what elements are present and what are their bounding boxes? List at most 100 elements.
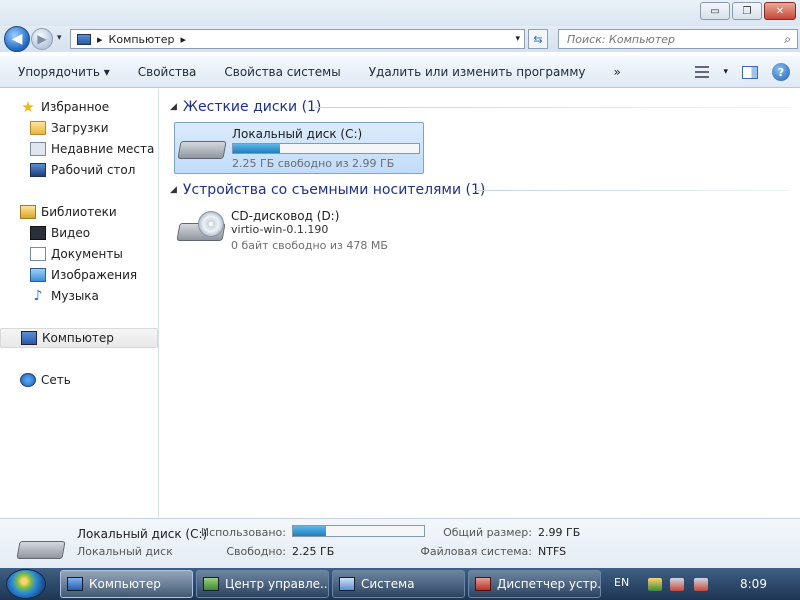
address-bar[interactable]: ▸ Компьютер ▸ ▾: [70, 29, 525, 49]
collapse-triangle-icon[interactable]: ◢: [170, 102, 177, 112]
video-icon: [30, 226, 46, 240]
cd-drive-icon: [176, 211, 226, 243]
recent-pages-dropdown[interactable]: ▾: [57, 33, 62, 43]
sidebar-item-computer[interactable]: Компьютер: [0, 328, 158, 348]
filesystem-label: Файловая система:: [420, 545, 532, 558]
details-usage-fill: [293, 526, 326, 536]
sidebar-item-label: Компьютер: [42, 331, 114, 345]
minimize-button[interactable]: ▭: [700, 2, 730, 20]
sidebar-item-desktop[interactable]: Рабочий стол: [0, 160, 158, 180]
total-size-value: 2.99 ГБ: [538, 526, 581, 539]
control-panel-icon: [203, 577, 219, 591]
taskbar-item-system[interactable]: Система: [332, 570, 465, 598]
search-input[interactable]: [567, 32, 767, 46]
refresh-button[interactable]: ⇆: [528, 29, 548, 49]
help-icon[interactable]: ?: [772, 63, 790, 81]
drive-c-tile[interactable]: Локальный диск (C:) 2.25 ГБ свободно из …: [174, 122, 424, 174]
window-controls: ▭ ❐ ✕: [700, 2, 796, 20]
address-dropdown-icon[interactable]: ▾: [515, 34, 520, 44]
group-header-hard-disks[interactable]: ◢ Жесткие диски (1): [170, 97, 321, 117]
address-trail-arrow[interactable]: ▸: [180, 33, 186, 46]
system-properties-button[interactable]: Свойства системы: [210, 65, 354, 79]
maximize-button[interactable]: ❐: [732, 2, 762, 20]
star-icon: ★: [21, 98, 35, 116]
group-header-removable[interactable]: ◢ Устройства со съемными носителями (1): [170, 180, 485, 200]
group-divider: [315, 107, 790, 108]
address-separator[interactable]: ▸: [97, 33, 103, 46]
taskbar-item-control-panel[interactable]: Центр управле...: [196, 570, 329, 598]
sidebar-item-music[interactable]: ♪ Музыка: [0, 286, 158, 306]
properties-button[interactable]: Свойства: [124, 65, 211, 79]
details-name: Локальный диск (C:): [77, 527, 208, 541]
sidebar-item-favorites[interactable]: ★ Избранное: [0, 97, 158, 117]
volume-muted-icon[interactable]: [694, 578, 708, 591]
search-icon[interactable]: ⌕: [784, 32, 791, 47]
drive-volume-label: virtio-win-0.1.190: [231, 223, 329, 236]
more-commands-button[interactable]: »: [600, 65, 635, 79]
content-area: ◢ Жесткие диски (1) Локальный диск (C:) …: [160, 89, 800, 518]
sidebar-item-pictures[interactable]: Изображения: [0, 265, 158, 285]
sidebar-item-documents[interactable]: Документы: [0, 244, 158, 264]
total-size-label: Общий размер:: [443, 526, 532, 539]
music-icon: ♪: [33, 288, 43, 304]
search-box[interactable]: ⌕: [558, 29, 798, 49]
address-path[interactable]: Компьютер: [109, 33, 175, 46]
sidebar-item-label: Рабочий стол: [51, 163, 136, 177]
drive-usage-bar: [232, 143, 420, 154]
change-view-icon[interactable]: [695, 66, 710, 78]
drive-free-space: 0 байт свободно из 478 МБ: [231, 239, 388, 252]
network-status-icon[interactable]: [670, 578, 684, 591]
taskbar-item-label: Система: [361, 577, 415, 591]
sidebar-item-recent[interactable]: Недавние места: [0, 139, 158, 159]
clock[interactable]: 8:09: [740, 577, 767, 591]
network-icon: [20, 373, 36, 387]
taskbar-item-label: Центр управле...: [225, 577, 329, 591]
documents-icon: [30, 247, 46, 261]
sidebar-item-label: Видео: [51, 226, 91, 240]
organize-button[interactable]: Упорядочить ▾: [0, 65, 124, 79]
group-divider: [475, 190, 790, 191]
sidebar-item-downloads[interactable]: Загрузки: [0, 118, 158, 138]
language-indicator[interactable]: EN: [614, 576, 629, 589]
address-row: ◀ ▶ ▾ ▸ Компьютер ▸ ▾ ⇆ ⌕: [0, 26, 800, 52]
sidebar-item-network[interactable]: Сеть: [0, 370, 158, 390]
close-button[interactable]: ✕: [764, 2, 796, 20]
taskbar-item-label: Диспетчер устр...: [497, 577, 601, 591]
drive-usage-fill: [233, 144, 280, 153]
system-icon: [339, 577, 355, 591]
used-label: Использовано:: [200, 526, 286, 539]
sidebar-item-label: Избранное: [41, 100, 110, 114]
sidebar-item-label: Загрузки: [51, 121, 109, 135]
computer-icon: [21, 331, 37, 345]
view-dropdown-icon[interactable]: ▾: [723, 67, 728, 77]
sidebar-item-label: Документы: [51, 247, 123, 261]
preview-pane-icon[interactable]: [742, 65, 758, 79]
hard-drive-icon: [16, 533, 66, 559]
details-usage-bar: [292, 525, 425, 537]
forward-button[interactable]: ▶: [31, 28, 53, 50]
computer-icon: [77, 33, 91, 45]
collapse-triangle-icon[interactable]: ◢: [170, 185, 177, 195]
sidebar-item-libraries[interactable]: Библиотеки: [0, 202, 158, 222]
sidebar-item-video[interactable]: Видео: [0, 223, 158, 243]
drive-name: Локальный диск (C:): [232, 127, 363, 141]
drive-d-tile[interactable]: CD-дисковод (D:) virtio-win-0.1.190 0 ба…: [174, 205, 424, 257]
hard-drive-icon: [177, 133, 227, 161]
uninstall-program-button[interactable]: Удалить или изменить программу: [355, 65, 600, 79]
back-button[interactable]: ◀: [4, 26, 30, 52]
pictures-icon: [30, 268, 46, 282]
taskbar-item-label: Компьютер: [89, 577, 161, 591]
action-center-icon[interactable]: [648, 578, 662, 591]
drive-free-space: 2.25 ГБ свободно из 2.99 ГБ: [232, 157, 395, 170]
taskbar-item-computer[interactable]: Компьютер: [60, 570, 193, 598]
computer-icon: [67, 577, 83, 591]
free-label: Свободно:: [226, 545, 286, 558]
taskbar-item-device-manager[interactable]: Диспетчер устр...: [468, 570, 601, 598]
start-button[interactable]: [6, 569, 46, 599]
navigation-pane: ★ Избранное Загрузки Недавние места Рабо…: [0, 89, 159, 518]
details-type: Локальный диск: [77, 545, 173, 558]
group-title: Устройства со съемными носителями (1): [182, 182, 486, 198]
sidebar-item-label: Недавние места: [51, 142, 155, 156]
sidebar-item-label: Музыка: [51, 289, 99, 303]
details-pane: Локальный диск (C:) Локальный диск Испол…: [0, 518, 800, 568]
